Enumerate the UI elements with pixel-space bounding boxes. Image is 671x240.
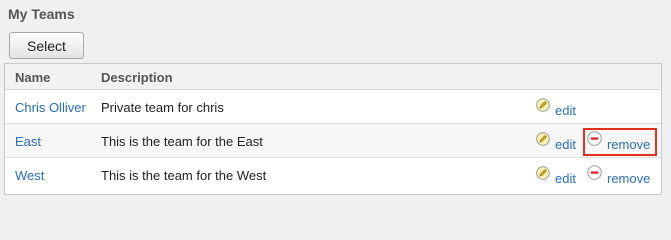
team-description: This is the team for the West	[101, 168, 267, 183]
column-header-description: Description	[101, 70, 173, 85]
team-name-link[interactable]: Chris Olliver	[15, 100, 86, 115]
team-description: Private team for chris	[101, 100, 224, 115]
remove-link[interactable]: remove	[607, 137, 650, 152]
minus-circle-icon[interactable]	[587, 165, 602, 180]
pencil-icon[interactable]	[536, 166, 550, 180]
minus-circle-icon[interactable]	[587, 131, 602, 146]
panel-title: My Teams	[8, 6, 75, 22]
pencil-icon[interactable]	[536, 98, 550, 112]
table-row: Chris Olliver Private team for chris edi…	[5, 90, 661, 124]
team-description: This is the team for the East	[101, 134, 263, 149]
column-header-name: Name	[15, 70, 51, 85]
edit-link[interactable]: edit	[555, 103, 576, 118]
table-header-row: Name Description	[5, 64, 661, 90]
select-button[interactable]: Select	[9, 32, 84, 59]
edit-link[interactable]: edit	[555, 171, 576, 186]
team-name-link[interactable]: East	[15, 134, 41, 149]
table-row: East This is the team for the East edit …	[5, 124, 661, 158]
team-name-link[interactable]: West	[15, 168, 44, 183]
teams-table: Name Description Chris Olliver Private t…	[4, 63, 662, 195]
edit-link[interactable]: edit	[555, 137, 576, 152]
table-row: West This is the team for the West edit …	[5, 158, 661, 192]
remove-link[interactable]: remove	[607, 171, 650, 186]
pencil-icon[interactable]	[536, 132, 550, 146]
